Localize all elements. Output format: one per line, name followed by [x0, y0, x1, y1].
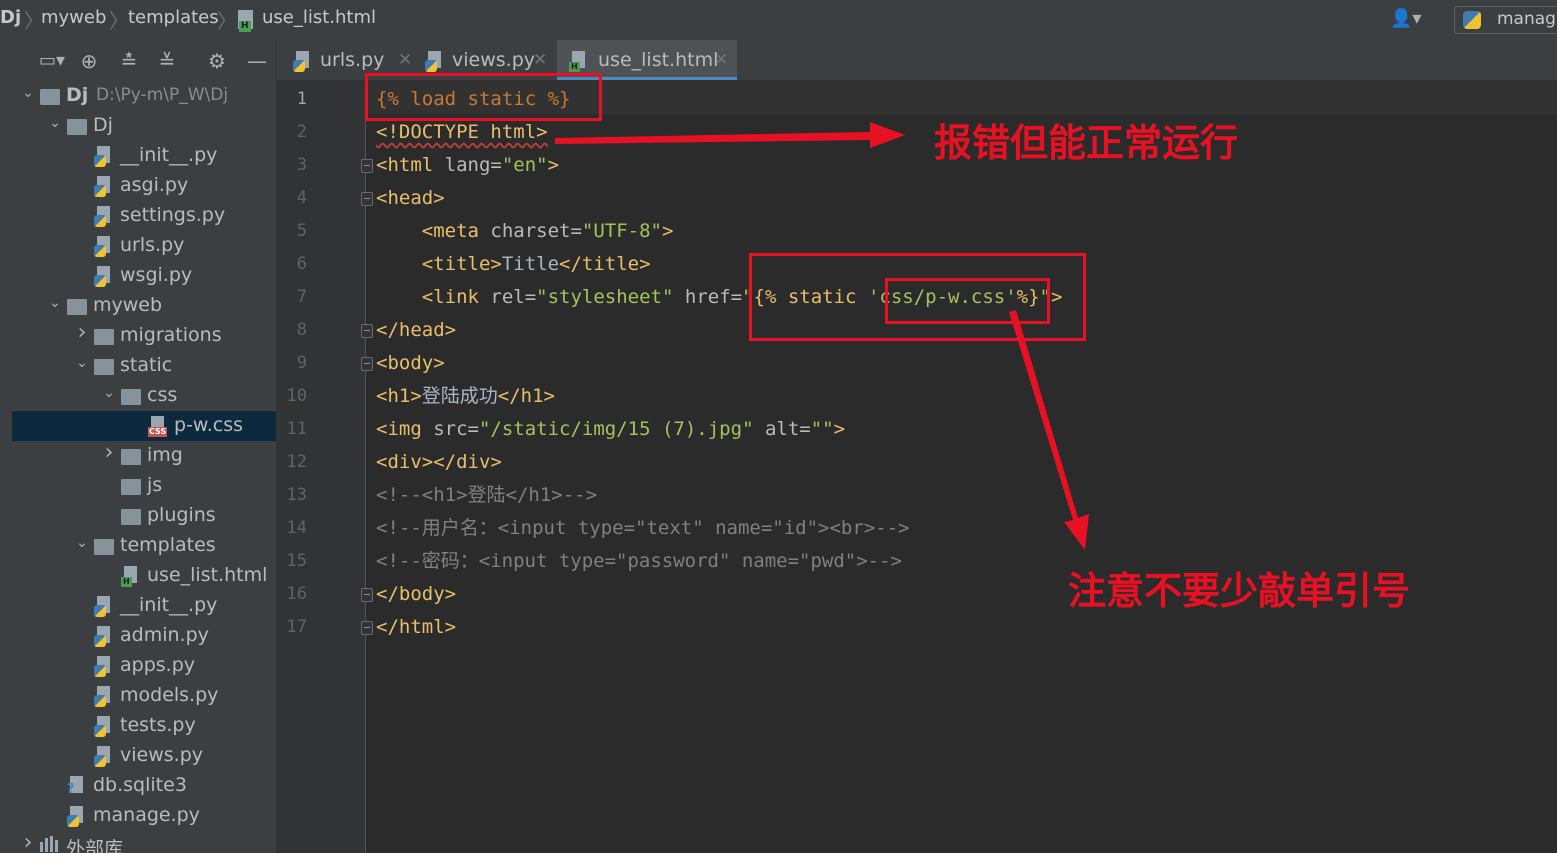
annotation-arrows [555, 122, 1089, 550]
annotation-note-error-runs: 报错但能正常运行 [934, 121, 1239, 165]
arrow-down [1009, 310, 1089, 550]
annotation-note-single-quote: 注意不要少敲单引号 [1068, 569, 1411, 613]
arrow-right [555, 122, 905, 148]
